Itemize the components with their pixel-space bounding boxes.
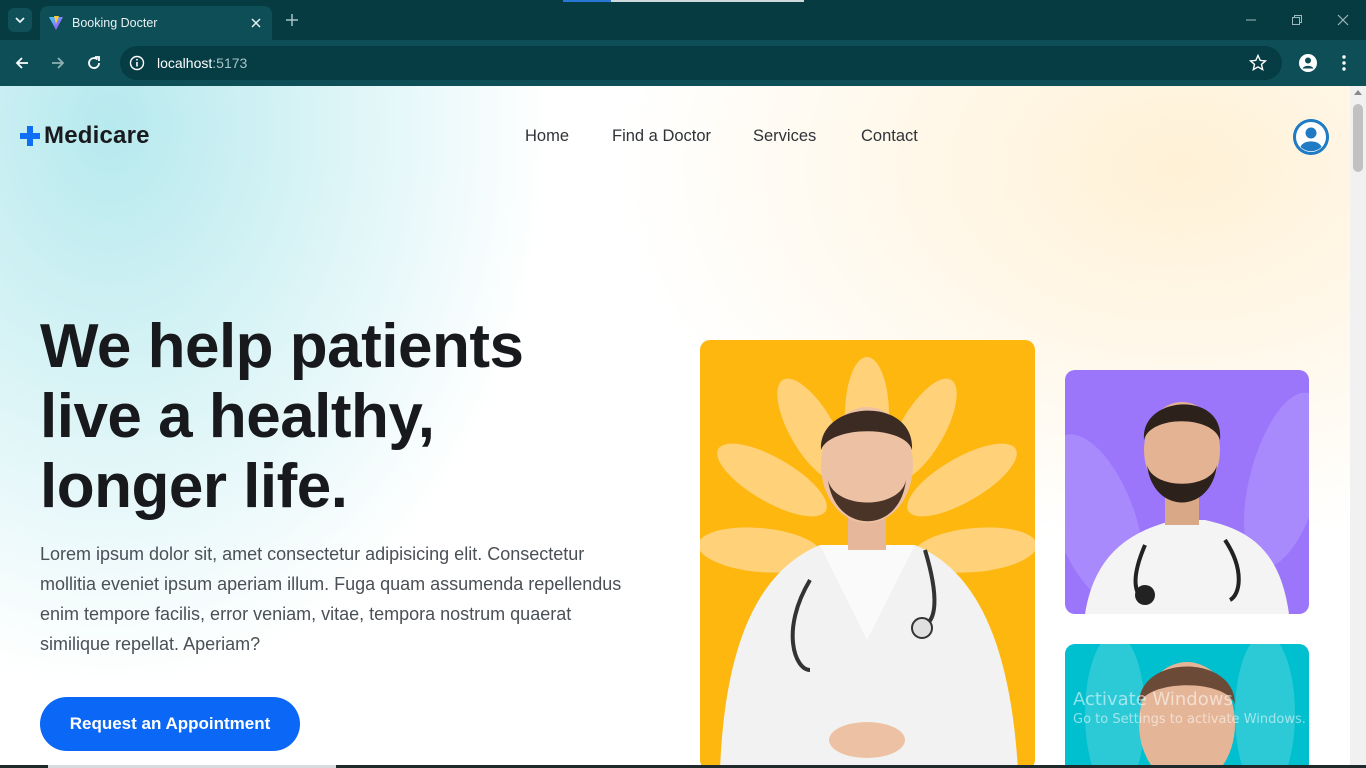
- address-bar[interactable]: localhost:5173: [120, 46, 1282, 80]
- nav-link-find-a-doctor[interactable]: Find a Doctor: [612, 127, 711, 146]
- nav-link-services[interactable]: Services: [753, 127, 816, 146]
- doctor-photo-card: [700, 340, 1035, 768]
- window-close-button[interactable]: [1333, 10, 1353, 30]
- back-button[interactable]: [10, 51, 34, 75]
- tab-close-button[interactable]: [246, 13, 266, 33]
- doctor-photo-card: [1065, 370, 1309, 614]
- plus-icon: [286, 14, 298, 26]
- vite-favicon-icon: [49, 16, 63, 30]
- activation-subtitle: Go to Settings to activate Windows.: [1073, 712, 1306, 727]
- page-scrollbar[interactable]: [1350, 86, 1366, 768]
- tab-title: Booking Docter: [72, 16, 158, 30]
- browser-tab-active[interactable]: Booking Docter: [40, 6, 272, 40]
- doctor-photo-image: [1065, 392, 1309, 614]
- browser-profile-button[interactable]: [1296, 51, 1320, 75]
- forward-button[interactable]: [46, 51, 70, 75]
- browser-tab-strip: Booking Docter: [0, 0, 1366, 40]
- close-icon: [251, 18, 261, 28]
- person-icon: [1299, 54, 1317, 72]
- minimize-icon: [1246, 19, 1256, 21]
- arrow-right-icon: [52, 57, 65, 69]
- restore-icon: [1292, 15, 1302, 25]
- hero-title-line: longer life.: [40, 452, 348, 521]
- request-appointment-button[interactable]: Request an Appointment: [40, 697, 300, 751]
- nav-link-contact[interactable]: Contact: [861, 127, 918, 146]
- hero-title-line: live a healthy,: [40, 382, 435, 451]
- site-info-button[interactable]: [126, 52, 148, 74]
- window-minimize-button[interactable]: [1241, 10, 1261, 30]
- close-icon: [1337, 14, 1349, 26]
- user-avatar-icon: [1293, 119, 1329, 155]
- activation-title: Activate Windows: [1073, 689, 1233, 710]
- scrollbar-thumb[interactable]: [1353, 104, 1363, 172]
- main-nav: Home Find a Doctor Services Contact: [0, 127, 1350, 149]
- reload-icon: [88, 56, 100, 69]
- scroll-up-arrow-icon[interactable]: [1354, 90, 1362, 95]
- page-viewport: Medicare Home Find a Doctor Services Con…: [0, 86, 1350, 768]
- star-icon: [1249, 54, 1267, 72]
- new-tab-button[interactable]: [282, 10, 302, 30]
- arrow-left-icon: [15, 57, 28, 69]
- hero-title: We help patients live a healthy, longer …: [40, 312, 660, 522]
- hero-description: Lorem ipsum dolor sit, amet consectetur …: [40, 544, 622, 654]
- browser-toolbar: localhost:5173: [0, 40, 1366, 86]
- bookmark-button[interactable]: [1248, 53, 1268, 73]
- more-vert-icon: [1342, 55, 1346, 71]
- url-host: localhost: [157, 55, 213, 71]
- window-restore-button[interactable]: [1287, 10, 1307, 30]
- info-icon: [129, 55, 145, 71]
- nav-link-home[interactable]: Home: [525, 127, 569, 146]
- reload-button[interactable]: [82, 51, 106, 75]
- tab-search-button[interactable]: [8, 8, 32, 32]
- doctor-photo-image: [700, 357, 1035, 768]
- url-port: :5173: [212, 55, 248, 71]
- hero-title-line: We help patients: [40, 312, 524, 381]
- browser-menu-button[interactable]: [1332, 51, 1356, 75]
- page-load-indicator: [563, 0, 804, 2]
- chevron-down-icon: [15, 17, 25, 24]
- windows-activation-watermark: Activate Windows Go to Settings to activ…: [1073, 689, 1306, 727]
- user-avatar-button[interactable]: [1293, 119, 1329, 155]
